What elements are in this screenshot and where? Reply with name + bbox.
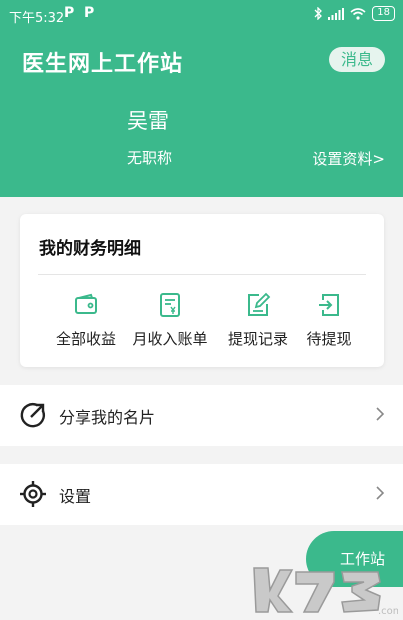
bluetooth-icon — [314, 7, 323, 20]
status-indicators: 18 — [314, 6, 395, 21]
finance-items: 全部收益 月收入账单 提现记录 待提现 — [20, 286, 384, 356]
menu-item-label: 设置 — [59, 487, 92, 506]
menu-item-share-card[interactable]: 分享我的名片 — [0, 385, 403, 446]
page-title: 医生网上工作站 — [22, 52, 184, 77]
menu-item-settings[interactable]: 设置 — [0, 464, 403, 525]
finance-card-title: 我的财务明细 — [39, 239, 141, 259]
finance-item-monthly-bill[interactable]: 月收入账单 — [125, 286, 215, 356]
status-time: 下午5:32 — [9, 11, 65, 26]
settings-gear-icon — [20, 481, 46, 507]
message-button[interactable]: 消息 — [329, 47, 385, 72]
edit-profile-link[interactable]: 设置资料> — [312, 148, 385, 169]
divider — [38, 274, 366, 275]
finance-item-all-income[interactable]: 全部收益 — [51, 286, 121, 356]
finance-item-label: 月收入账单 — [132, 330, 208, 348]
bill-icon — [160, 293, 180, 317]
finance-item-label: 全部收益 — [55, 330, 116, 348]
share-icon — [20, 403, 45, 428]
finance-card: 我的财务明细 全部收益 月收入账单 提现记录 待提现 — [20, 214, 384, 367]
finance-item-pending-withdraw[interactable]: 待提现 — [298, 286, 360, 356]
status-bar: 下午5:32 P P 18 — [0, 0, 403, 30]
battery-indicator: 18 — [372, 6, 395, 21]
signal-icon — [328, 7, 345, 20]
chevron-right-icon — [376, 486, 385, 500]
finance-item-label: 提现记录 — [227, 330, 288, 348]
user-title: 无职称 — [127, 149, 173, 167]
svg-text:.com: .com — [378, 606, 398, 616]
user-name: 吴雷 — [127, 109, 169, 133]
withdraw-icon — [319, 294, 339, 316]
status-app-icon-p: P — [84, 5, 95, 21]
edit-record-icon — [248, 292, 271, 316]
finance-item-label: 待提现 — [306, 330, 352, 348]
finance-item-withdraw-record[interactable]: 提现记录 — [223, 286, 293, 356]
wifi-icon — [350, 7, 366, 20]
wallet-icon — [75, 293, 97, 314]
menu-item-label: 分享我的名片 — [59, 408, 156, 427]
status-app-icon-p: P — [64, 5, 75, 21]
header: 下午5:32 P P 18 医生网上工作站 消息 吴雷 无职称 设置资料> — [0, 0, 403, 197]
k73-watermark-logo: .com — [253, 567, 398, 616]
chevron-right-icon — [376, 407, 385, 421]
